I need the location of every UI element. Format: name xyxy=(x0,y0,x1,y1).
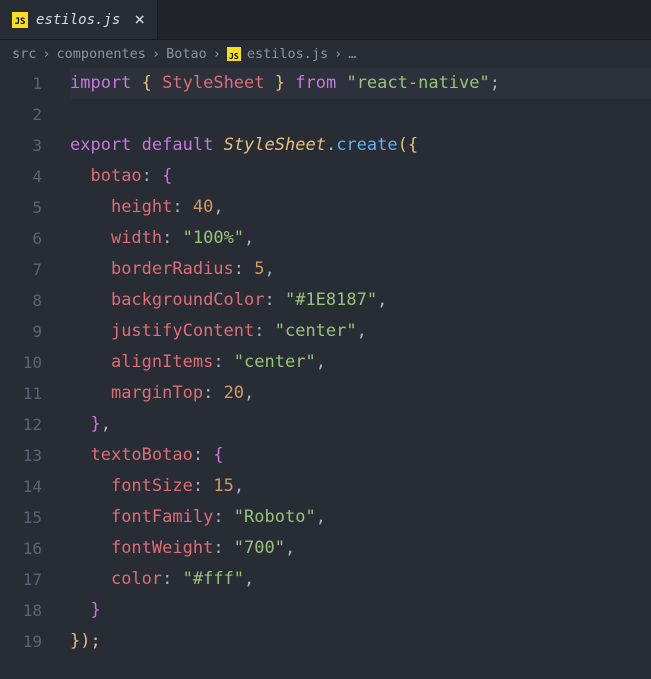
code-line[interactable] xyxy=(70,99,651,130)
line-number: 17 xyxy=(0,564,42,595)
line-number-gutter: 1 2 3 4 5 6 7 8 9 10 11 12 13 14 15 16 1… xyxy=(0,68,70,657)
code-line[interactable]: width: "100%", xyxy=(70,223,651,254)
line-number: 2 xyxy=(0,99,42,130)
js-file-icon: JS xyxy=(12,12,28,28)
code-line[interactable]: justifyContent: "center", xyxy=(70,316,651,347)
chevron-right-icon: › xyxy=(42,46,50,62)
line-number: 1 xyxy=(0,68,42,99)
breadcrumb-item[interactable]: Botao xyxy=(166,46,207,62)
code-line[interactable]: height: 40, xyxy=(70,192,651,223)
close-icon[interactable]: × xyxy=(134,9,145,30)
code-content[interactable]: import { StyleSheet } from "react-native… xyxy=(70,68,651,657)
line-number: 12 xyxy=(0,409,42,440)
code-editor[interactable]: 1 2 3 4 5 6 7 8 9 10 11 12 13 14 15 16 1… xyxy=(0,68,651,657)
line-number: 3 xyxy=(0,130,42,161)
code-line[interactable]: marginTop: 20, xyxy=(70,378,651,409)
code-line[interactable]: alignItems: "center", xyxy=(70,347,651,378)
code-line[interactable]: fontSize: 15, xyxy=(70,471,651,502)
line-number: 11 xyxy=(0,378,42,409)
breadcrumb-ellipsis[interactable]: … xyxy=(348,46,356,62)
code-line[interactable]: }); xyxy=(70,626,651,657)
breadcrumb-item[interactable]: componentes xyxy=(57,46,146,62)
line-number: 9 xyxy=(0,316,42,347)
tab-label: estilos.js xyxy=(36,12,120,28)
line-number: 14 xyxy=(0,471,42,502)
js-file-icon: JS xyxy=(227,47,241,61)
breadcrumb-file[interactable]: estilos.js xyxy=(247,46,328,62)
breadcrumb-item[interactable]: src xyxy=(12,46,36,62)
line-number: 5 xyxy=(0,192,42,223)
tab-bar: JS estilos.js × xyxy=(0,0,651,40)
code-line[interactable]: botao: { xyxy=(70,161,651,192)
code-line[interactable]: borderRadius: 5, xyxy=(70,254,651,285)
line-number: 10 xyxy=(0,347,42,378)
chevron-right-icon: › xyxy=(213,46,221,62)
code-line[interactable]: textoBotao: { xyxy=(70,440,651,471)
code-line[interactable]: color: "#fff", xyxy=(70,564,651,595)
line-number: 4 xyxy=(0,161,42,192)
chevron-right-icon: › xyxy=(334,46,342,62)
code-line[interactable]: fontWeight: "700", xyxy=(70,533,651,564)
code-line[interactable]: import { StyleSheet } from "react-native… xyxy=(70,68,651,99)
code-line[interactable]: export default StyleSheet.create({ xyxy=(70,130,651,161)
tab-estilos-js[interactable]: JS estilos.js × xyxy=(0,0,158,39)
code-line[interactable]: backgroundColor: "#1E8187", xyxy=(70,285,651,316)
chevron-right-icon: › xyxy=(152,46,160,62)
line-number: 15 xyxy=(0,502,42,533)
line-number: 18 xyxy=(0,595,42,626)
line-number: 16 xyxy=(0,533,42,564)
breadcrumb: src › componentes › Botao › JS estilos.j… xyxy=(0,40,651,68)
code-line[interactable]: } xyxy=(70,595,651,626)
line-number: 6 xyxy=(0,223,42,254)
line-number: 8 xyxy=(0,285,42,316)
code-line[interactable]: }, xyxy=(70,409,651,440)
line-number: 7 xyxy=(0,254,42,285)
line-number: 13 xyxy=(0,440,42,471)
line-number: 19 xyxy=(0,626,42,657)
code-line[interactable]: fontFamily: "Roboto", xyxy=(70,502,651,533)
